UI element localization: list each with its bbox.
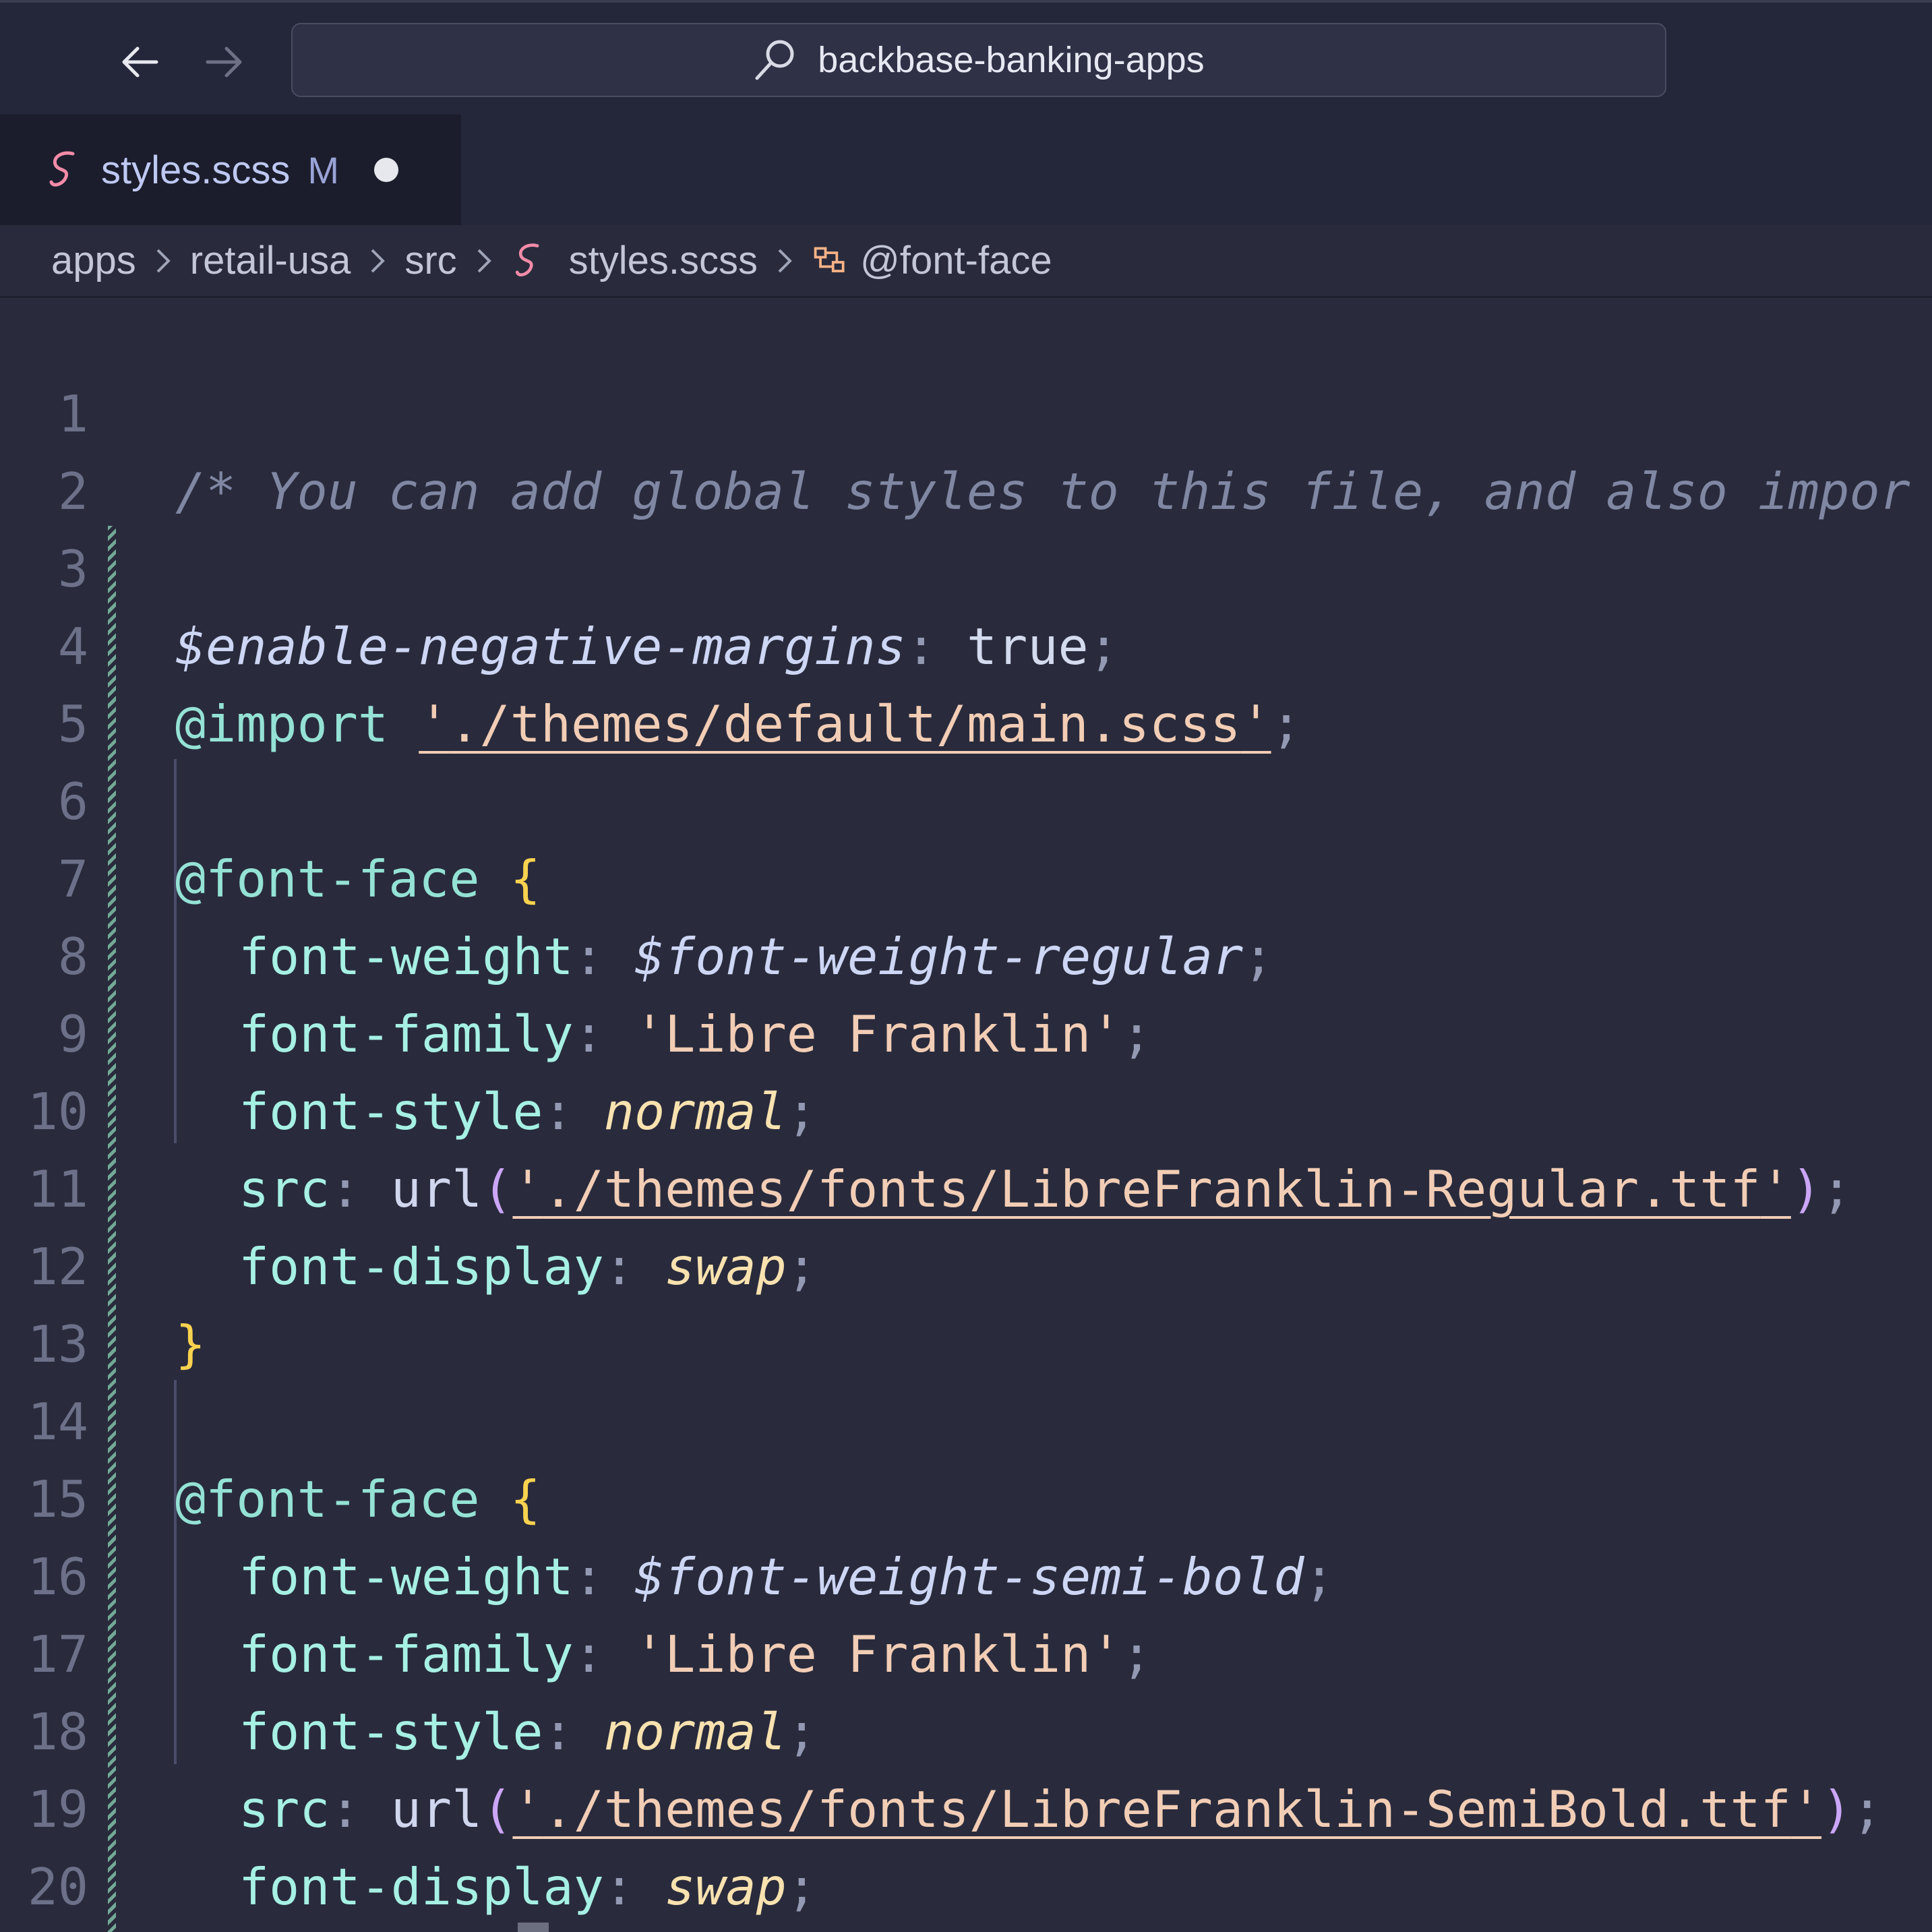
code-line: 9 font-style: normal; bbox=[0, 918, 1932, 1141]
breadcrumb-item-retail-usa[interactable]: retail-usa bbox=[190, 238, 351, 283]
code-line: 21 bbox=[0, 1848, 1932, 1926]
line-number: 21 bbox=[28, 1926, 88, 1932]
symbol-structure-icon bbox=[812, 242, 849, 280]
scss-file-icon bbox=[511, 242, 549, 280]
code-line: 14 @font-face { bbox=[0, 1306, 1932, 1529]
scss-file-icon bbox=[46, 150, 81, 190]
modified-badge: M bbox=[307, 148, 340, 191]
chevron-right-icon bbox=[472, 245, 496, 277]
code-line: 12 } bbox=[0, 1151, 1932, 1374]
arrow-right-icon bbox=[206, 47, 242, 78]
arrow-left-icon bbox=[122, 47, 158, 78]
command-center-search[interactable]: backbase-banking-apps bbox=[291, 23, 1666, 97]
code-line: 5 bbox=[0, 608, 1932, 754]
breadcrumb-item-font-face[interactable]: @font-face bbox=[860, 238, 1052, 283]
back-button[interactable] bbox=[113, 35, 167, 89]
forward-button[interactable] bbox=[197, 35, 251, 89]
search-label: backbase-banking-apps bbox=[818, 40, 1205, 80]
code-line: 18 src: url('./themes/fonts/LibreFrankli… bbox=[0, 1616, 1932, 1839]
code-line: 11 font-display: swap; bbox=[0, 1073, 1932, 1296]
code-line: 20 } bbox=[0, 1771, 1932, 1916]
code-line: 13 bbox=[0, 1228, 1932, 1374]
unsaved-dot-icon[interactable] bbox=[374, 158, 399, 182]
code-line: 3 $enable-negative-margins: true; bbox=[0, 453, 1932, 676]
code-line: 6 @font-face { bbox=[0, 686, 1932, 909]
code-line: 1 /* You can add global styles to this f… bbox=[0, 298, 1932, 521]
chevron-right-icon bbox=[151, 245, 175, 277]
scrollbar-thumb[interactable] bbox=[518, 1923, 549, 1932]
breadcrumb-item-src[interactable]: src bbox=[404, 238, 456, 283]
breadcrumb-item-styles-scss[interactable]: styles.scss bbox=[569, 238, 758, 283]
code-line: 15 font-weight: $font-weight-semi-bold; bbox=[0, 1383, 1932, 1606]
code-editor[interactable]: 1 /* You can add global styles to this f… bbox=[0, 298, 1932, 1932]
breadcrumb-item-apps[interactable]: apps bbox=[51, 238, 136, 283]
title-bar: backbase-banking-apps bbox=[0, 0, 1932, 115]
chevron-right-icon bbox=[365, 245, 390, 277]
code-line: 10 src: url('./themes/fonts/LibreFrankli… bbox=[0, 996, 1932, 1219]
code-line: 19 font-display: swap; bbox=[0, 1693, 1932, 1916]
tab-styles-scss[interactable]: styles.scss M bbox=[0, 115, 461, 225]
search-icon bbox=[753, 38, 797, 82]
code-line: 7 font-weight: $font-weight-regular; bbox=[0, 763, 1932, 986]
tab-label: styles.scss bbox=[101, 148, 291, 192]
code-line: 4 @import './themes/default/main.scss'; bbox=[0, 531, 1932, 754]
code-line: 16 font-family: 'Libre Franklin'; bbox=[0, 1461, 1932, 1684]
tab-bar: styles.scss M bbox=[0, 115, 1932, 225]
code-line: 17 font-style: normal; bbox=[0, 1538, 1932, 1761]
code-line: 8 font-family: 'Libre Franklin'; bbox=[0, 841, 1932, 1064]
chevron-right-icon bbox=[773, 245, 797, 277]
code-line: 2 bbox=[0, 375, 1932, 521]
breadcrumb: apps retail-usa src styles.scss @font-fa… bbox=[0, 225, 1932, 298]
